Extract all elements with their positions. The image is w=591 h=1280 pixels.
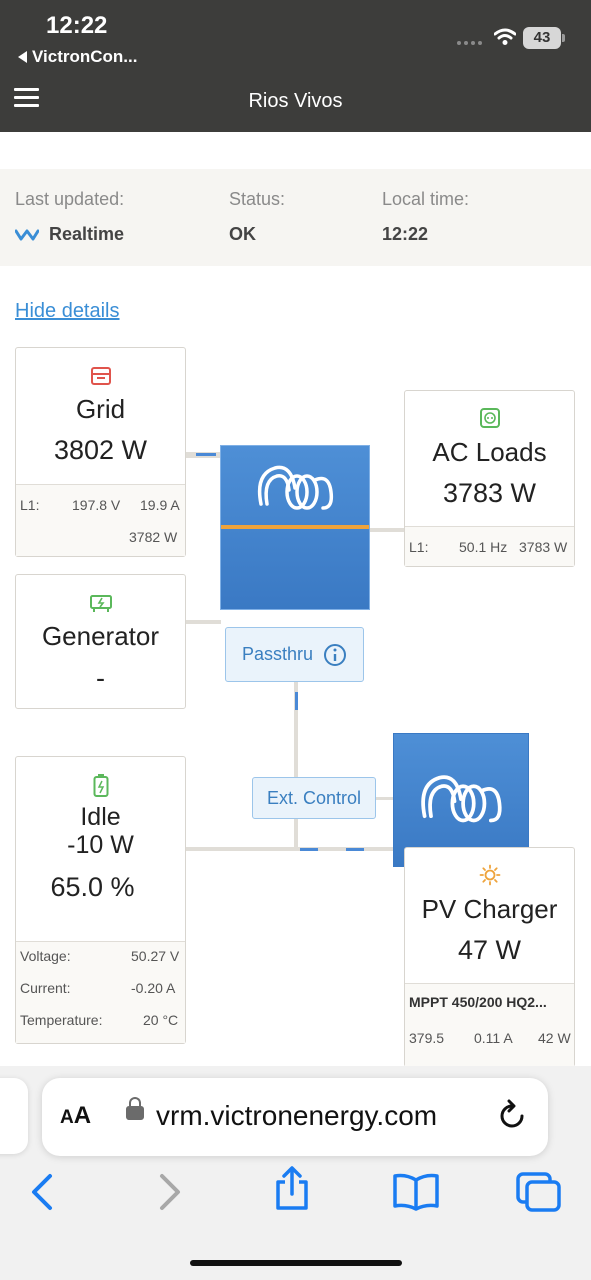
back-icon[interactable] xyxy=(28,1172,56,1212)
victron-logo-icon xyxy=(421,775,502,823)
app-header: 12:22 VictronCon... 43 Rios Vivos xyxy=(0,0,591,132)
lock-icon xyxy=(126,1097,144,1120)
battery-voltage: 50.27 V xyxy=(131,948,180,964)
forward-icon[interactable] xyxy=(156,1172,184,1212)
extcontrol-connector xyxy=(374,797,394,800)
address-bar[interactable]: AA vrm.victronenergy.com xyxy=(42,1078,548,1156)
dc-flow-indicator-3 xyxy=(346,848,364,851)
status-value: OK xyxy=(229,224,256,244)
tabs-icon[interactable] xyxy=(514,1170,564,1214)
grid-power: 3802 W xyxy=(53,435,148,465)
page-title: Rios Vivos xyxy=(248,90,343,112)
grid-phase-power: 3782 W xyxy=(129,529,178,545)
reload-icon[interactable] xyxy=(496,1098,528,1132)
victron-logo-icon xyxy=(257,465,334,510)
cellular-signal-icon xyxy=(457,37,482,45)
inverter-charger[interactable] xyxy=(220,445,370,610)
pv-current: 0.11 A xyxy=(474,1030,513,1046)
grid-box[interactable]: Grid 3802 W L1: 197.8 V 19.9 A 3782 W xyxy=(15,347,186,557)
home-indicator xyxy=(190,1260,402,1266)
battery-icon xyxy=(93,774,108,797)
status: Status: OK xyxy=(229,189,286,244)
ac-loads-power: 3783 W xyxy=(442,478,537,508)
last-updated-value: Realtime xyxy=(49,224,125,244)
battery-state: Idle xyxy=(80,803,121,831)
status-time: 12:22 xyxy=(46,12,108,39)
grid-current: 19.9 A xyxy=(140,497,180,513)
acloads-connector xyxy=(370,528,405,532)
grid-flow-indicator xyxy=(196,453,216,456)
realtime-wave-icon xyxy=(15,229,39,240)
grid-voltage: 197.8 V xyxy=(72,497,121,513)
back-app-label: VictronCon... xyxy=(32,47,138,66)
ac-loads-frequency: 50.1 Hz xyxy=(459,539,508,555)
browser-toolbar: AA vrm.victronenergy.com xyxy=(0,1066,591,1280)
ext-control-tag[interactable]: Ext. Control xyxy=(252,777,376,819)
status-strip: Last updated: Realtime Status: OK Local … xyxy=(0,169,591,266)
last-updated: Last updated: Realtime xyxy=(15,189,125,244)
ac-loads-title: AC Loads xyxy=(432,437,547,467)
battery-soc: 65.0 % xyxy=(50,872,135,902)
generator-title: Generator xyxy=(41,621,160,651)
battery-current: -0.20 A xyxy=(131,980,176,996)
ac-loads-details: L1: 50.1 Hz 3783 W xyxy=(405,526,574,566)
browser-nav xyxy=(0,1166,591,1226)
url-text[interactable]: vrm.victronenergy.com xyxy=(156,1100,437,1132)
sun-icon xyxy=(479,864,500,886)
local-time-value: 12:22 xyxy=(382,224,429,244)
local-time: Local time: 12:22 xyxy=(382,189,470,244)
bookmarks-icon[interactable] xyxy=(391,1172,441,1212)
grid-title: Grid xyxy=(75,394,126,424)
back-to-app-button[interactable]: VictronCon... xyxy=(18,47,137,67)
ac-loads-box[interactable]: AC Loads 3783 W L1: 50.1 Hz 3783 W xyxy=(404,390,575,567)
dc-flow-indicator xyxy=(295,692,298,710)
pv-device-power: 42 W xyxy=(538,1030,571,1046)
generator-connector xyxy=(185,620,221,624)
battery-status-icon: 43 xyxy=(523,27,565,49)
hide-details-link[interactable]: Hide details xyxy=(15,300,120,323)
outlet-icon xyxy=(479,408,500,428)
battery-details: Voltage: 50.27 V Current: -0.20 A Temper… xyxy=(16,941,185,1043)
grid-meter-icon xyxy=(90,367,111,385)
generator-box[interactable]: Generator - xyxy=(15,574,186,709)
generator-power: - xyxy=(96,663,105,693)
pv-charger-details: MPPT 450/200 HQ2... 379.5 0.11 A 42 W xyxy=(405,983,574,1068)
info-icon[interactable] xyxy=(323,643,347,667)
dc-flow-indicator-2 xyxy=(300,848,318,851)
battery-box[interactable]: Idle -10 W 65.0 % Voltage: 50.27 V Curre… xyxy=(15,756,186,1044)
battery-temperature: 20 °C xyxy=(143,1012,179,1028)
back-arrow-icon xyxy=(18,51,27,63)
pv-charger-title: PV Charger xyxy=(421,894,558,924)
previous-tab-card[interactable] xyxy=(0,1078,28,1154)
pv-charger-device: MPPT 450/200 HQ2... xyxy=(409,994,547,1010)
grid-details: L1: 197.8 V 19.9 A 3782 W xyxy=(16,484,185,556)
battery-power: -10 W xyxy=(67,831,134,859)
pv-charger-power: 47 W xyxy=(457,935,522,965)
generator-icon xyxy=(89,595,112,612)
pv-charger-box[interactable]: PV Charger 47 W MPPT 450/200 HQ2... 379.… xyxy=(404,847,575,1068)
inverter-mode-tag[interactable]: Passthru xyxy=(225,627,364,682)
ac-loads-phase-power: 3783 W xyxy=(519,539,568,555)
passthru-bar xyxy=(221,525,369,529)
ext-control-label: Ext. Control xyxy=(266,787,362,808)
inverter-mode-label: Passthru xyxy=(241,644,314,664)
wifi-icon xyxy=(494,28,516,45)
text-size-button[interactable]: AA xyxy=(60,1102,91,1130)
pv-voltage: 379.5 xyxy=(409,1030,445,1046)
share-icon[interactable] xyxy=(272,1166,312,1212)
